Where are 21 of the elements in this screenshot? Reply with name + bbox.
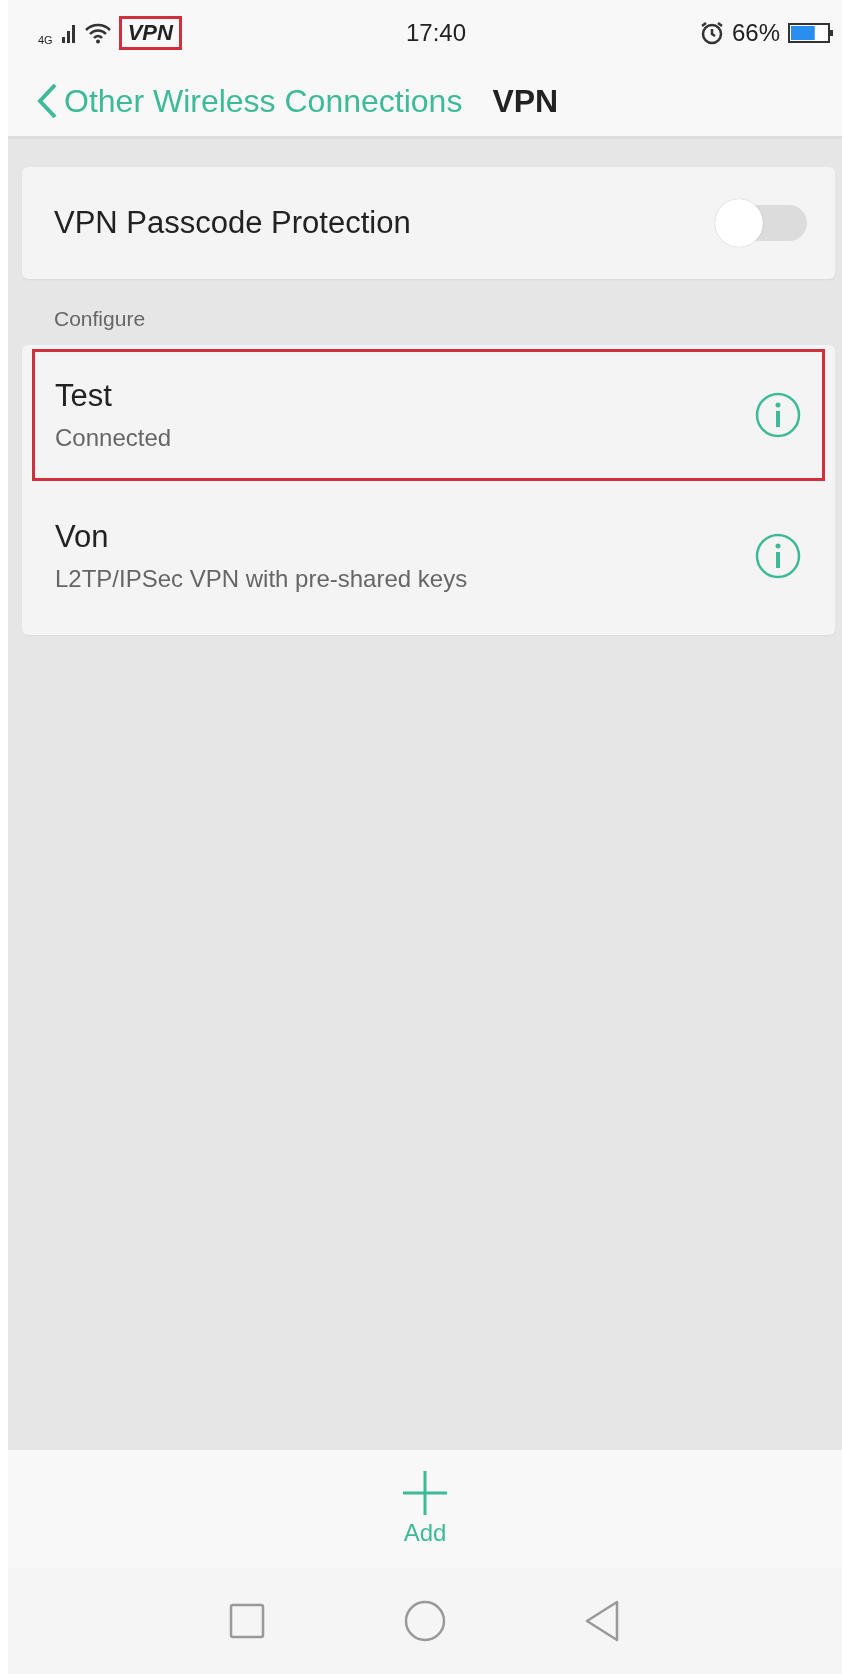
alarm-icon	[699, 21, 724, 45]
clock: 17:40	[405, 19, 467, 47]
vpn-indicator: VPN	[118, 16, 182, 50]
section-label: Configure	[53, 306, 147, 332]
battery-percent: 66%	[731, 19, 780, 47]
wifi-icon	[84, 22, 111, 44]
vpn-status: Connected	[55, 424, 173, 452]
vpn-status: L2TP/IPSec VPN with pre-shared keys	[55, 565, 469, 593]
plus-icon	[403, 1471, 447, 1515]
info-icon[interactable]	[754, 532, 802, 580]
info-icon[interactable]	[754, 391, 802, 439]
vpn-name: Von	[55, 519, 110, 555]
vpn-name: Test	[55, 378, 113, 414]
back-chevron-icon	[36, 82, 58, 120]
toggle-switch[interactable]	[715, 199, 807, 247]
network-type: 4G	[38, 34, 53, 46]
page-title: VPN	[492, 82, 559, 120]
vpn-list-item[interactable]: Test Connected	[32, 349, 825, 481]
home-icon[interactable]	[403, 1599, 447, 1643]
setting-label: VPN Passcode Protection	[54, 205, 411, 241]
vpn-list-item[interactable]: Von L2TP/IPSec VPN with pre-shared keys	[32, 481, 825, 631]
